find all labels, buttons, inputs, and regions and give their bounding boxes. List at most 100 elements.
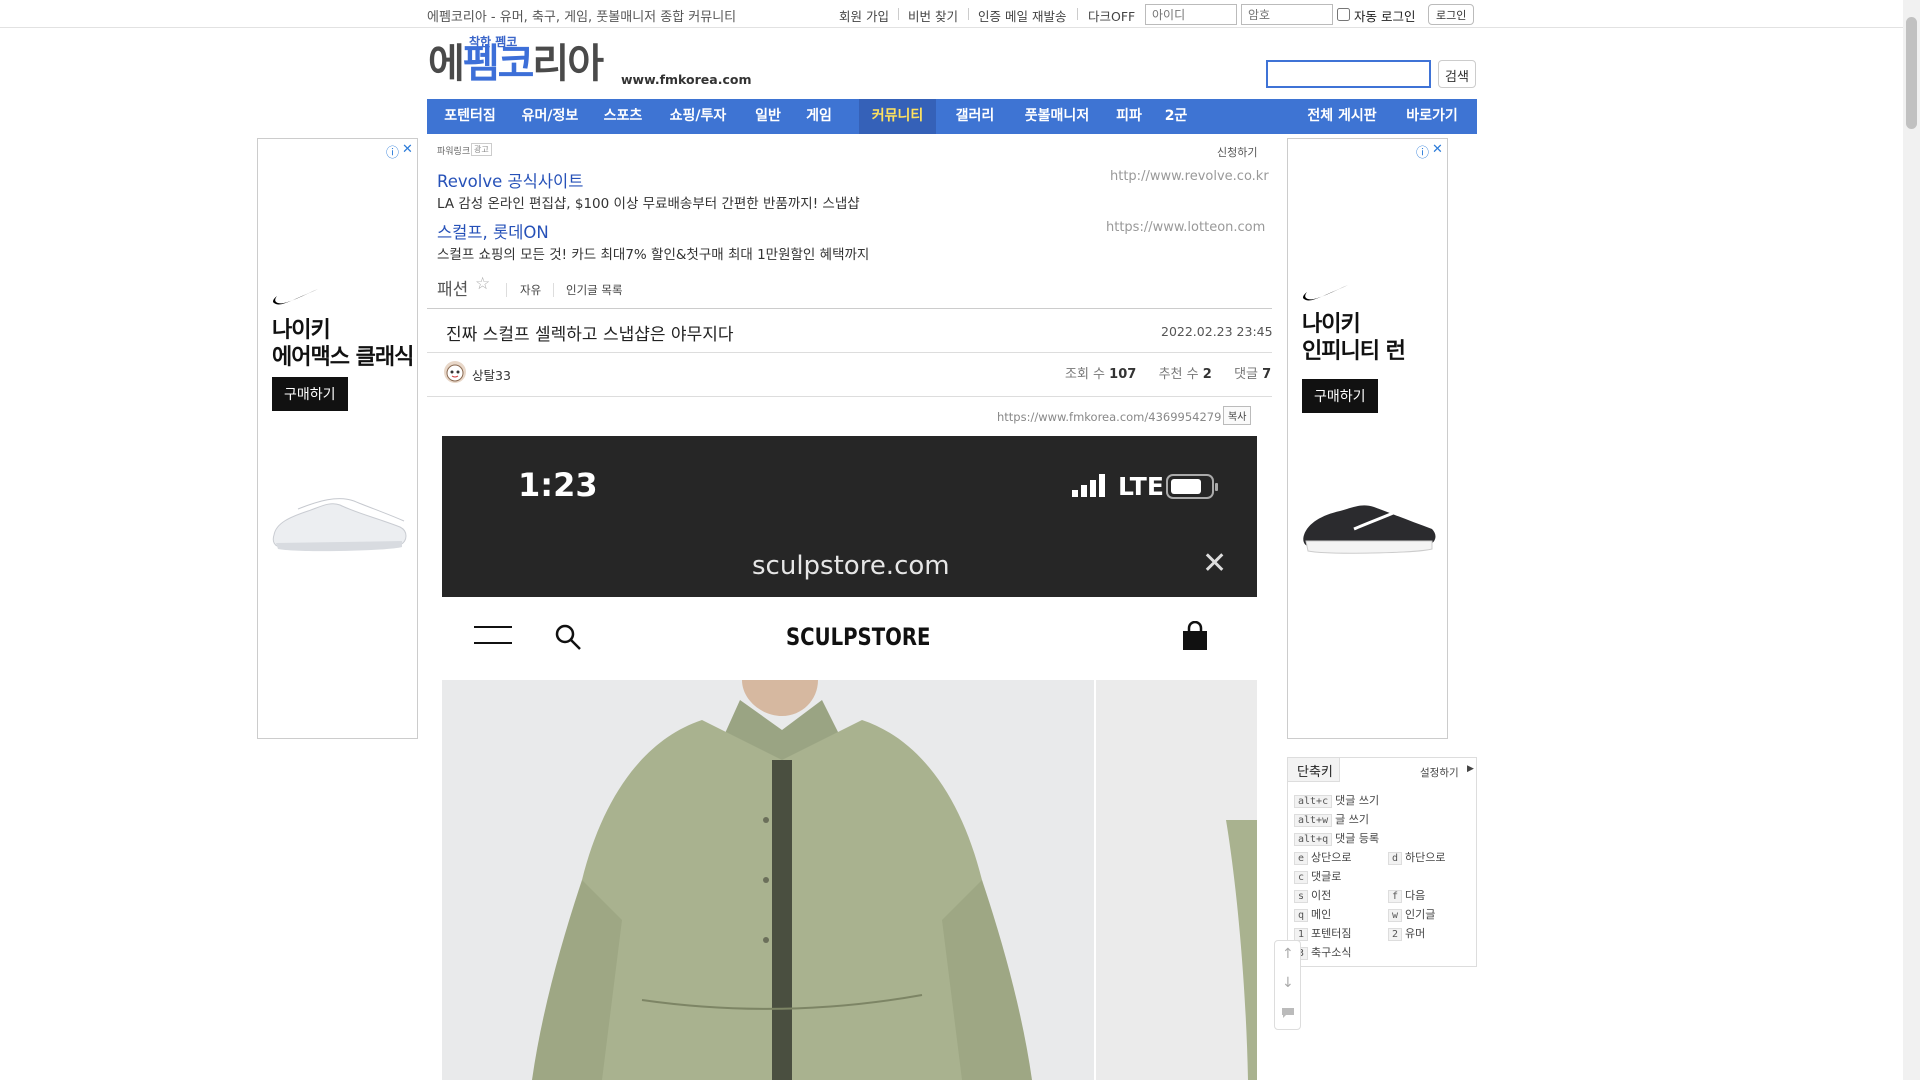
scrollbar[interactable] [1903, 0, 1920, 1080]
ad-badge: 광고 [471, 143, 492, 156]
shopping-bag-icon [1183, 621, 1207, 650]
password-input[interactable] [1241, 4, 1333, 25]
shortcut-key: alt+q [1294, 833, 1333, 846]
favorite-star-icon[interactable]: ☆ [475, 274, 490, 294]
network-type: LTE [1118, 472, 1164, 501]
post-date: 2022.02.23 23:45 [1161, 324, 1273, 339]
search-input[interactable] [1266, 60, 1431, 88]
right-side-ad[interactable]: ⓘ ✕ 나이키 인피니티 런 구매하기 [1287, 138, 1448, 739]
shortcut-label: 인기글 [1405, 908, 1436, 921]
divider [553, 283, 554, 297]
sneaker-image [272, 498, 407, 552]
search-button[interactable]: 검색 [1438, 60, 1476, 88]
shortcut-label: 유머 [1405, 927, 1426, 940]
shortcut-row: w 인기글 [1388, 903, 1435, 922]
powerlink-ad-desc[interactable]: LA 감성 온라인 편집샵, $100 이상 무료배송부터 간편한 반품까지! … [437, 192, 860, 212]
ad-headline-line1: 나이키 [272, 318, 331, 343]
top-utility-bar: 에펨코리아 - 유머, 축구, 게임, 풋볼매니저 종합 커뮤니티 회원 가입 … [0, 0, 1903, 28]
jacket-photo-partial [1226, 820, 1257, 1080]
powerlink-apply-link[interactable]: 신청하기 [1217, 144, 1257, 160]
phone-address-bar: sculpstore.com [752, 551, 950, 581]
ad-info-icon[interactable]: ⓘ [1416, 142, 1429, 161]
shortcut-key: f [1388, 890, 1403, 903]
nav-item-sports[interactable]: 스포츠 [592, 99, 654, 134]
comments-count: 7 [1262, 367, 1272, 382]
nav-shortcuts[interactable]: 바로가기 [1393, 99, 1471, 134]
shortcut-row: f 다음 [1388, 884, 1425, 903]
shortcut-row: c 댓글로 [1294, 865, 1341, 884]
shortcut-row: 1 포텐터짐 [1294, 922, 1352, 941]
nav-item-general[interactable]: 일반 [743, 99, 793, 134]
scrollbar-thumb[interactable] [1906, 17, 1917, 129]
powerlink-ad-title[interactable]: 스컬프, 롯데ON [437, 219, 549, 243]
nav-item-community[interactable]: 커뮤니티 [859, 99, 936, 134]
shortcut-label: 메인 [1311, 908, 1332, 921]
powerlink-ad-title[interactable]: Revolve 공식사이트 [437, 168, 583, 192]
copy-url-button[interactable]: 복사 [1223, 406, 1252, 425]
post-url[interactable]: https://www.fmkorea.com/4369954279 [997, 410, 1221, 424]
login-button[interactable]: 로그인 [1428, 4, 1475, 25]
nav-item-football-manager[interactable]: 풋볼매니저 [1011, 99, 1103, 134]
site-logo[interactable]: 에펨코리아 [428, 41, 604, 87]
nav-item-game[interactable]: 게임 [794, 99, 844, 134]
product-image [1096, 680, 1257, 1080]
powerlink-ad-url[interactable]: https://www.lotteon.com [1106, 220, 1265, 235]
logo-text-c: 리아 [532, 41, 604, 87]
shortcut-label: 포텐터짐 [1311, 927, 1352, 940]
dark-mode-toggle[interactable]: 다크OFF [1088, 6, 1135, 25]
ad-headline-line1: 나이키 [1302, 312, 1361, 337]
ad-buy-button[interactable]: 구매하기 [272, 377, 348, 411]
site-tagline: 에펨코리아 - 유머, 축구, 게임, 풋볼매니저 종합 커뮤니티 [427, 10, 737, 25]
shortcut-row: e 상단으로 [1294, 846, 1352, 865]
caret-right-icon: ▶ [1467, 764, 1474, 774]
ad-close-icon[interactable]: ✕ [1432, 142, 1443, 157]
board-tab-popular[interactable]: 인기글 목록 [566, 282, 623, 298]
shortcut-label: 댓글로 [1311, 870, 1342, 883]
id-input[interactable] [1145, 4, 1237, 25]
shortcut-label: 이전 [1311, 889, 1332, 902]
nav-all-boards[interactable]: 전체 게시판 [1297, 99, 1387, 134]
post-author[interactable]: 상탈33 [472, 365, 511, 384]
logo-url: www.fmkorea.com [621, 72, 752, 87]
resend-mail-link[interactable]: 인증 메일 재발송 [978, 6, 1066, 25]
likes-count: 2 [1202, 367, 1212, 382]
board-name[interactable]: 패션 [437, 275, 468, 300]
shortcut-row: q 메인 [1294, 903, 1331, 922]
ad-buy-button[interactable]: 구매하기 [1302, 379, 1378, 413]
shortcut-row: alt+w 글 쓰기 [1294, 808, 1369, 827]
shortcut-label: 다음 [1405, 889, 1426, 902]
scroll-top-icon[interactable]: ↑ [1282, 946, 1294, 962]
shortcut-title: 단축키 [1288, 758, 1340, 782]
shortcut-settings-link[interactable]: 설정하기 [1420, 765, 1459, 780]
search-icon [555, 624, 581, 650]
left-side-ad[interactable]: ⓘ ✕ 나이키 에어맥스 클래식 구매하기 [257, 138, 418, 739]
divider [427, 308, 1272, 309]
shortcut-key: q [1294, 909, 1309, 922]
nav-item-shopping[interactable]: 쇼핑/투자 [657, 99, 739, 134]
embedded-phone-page: SCULPSTORE [442, 597, 1257, 1080]
scroll-bottom-icon[interactable]: ↓ [1282, 975, 1294, 991]
find-password-link[interactable]: 비번 찾기 [908, 6, 958, 25]
nav-item-humor[interactable]: 유머/정보 [509, 99, 591, 134]
ad-headline: 나이키 에어맥스 클래식 [272, 317, 414, 371]
powerlink-ad-url[interactable]: http://www.revolve.co.kr [1110, 169, 1269, 184]
nav-item-gallery[interactable]: 갤러리 [941, 99, 1009, 134]
auto-login-checkbox[interactable] [1337, 8, 1350, 21]
ad-close-icon[interactable]: ✕ [402, 142, 413, 157]
views-count: 107 [1109, 367, 1137, 382]
avatar[interactable] [443, 360, 467, 384]
sneaker-image [1303, 505, 1436, 554]
nav-item-2nd[interactable]: 2군 [1154, 99, 1198, 134]
board-tab-free[interactable]: 자유 [520, 282, 541, 298]
logo-text-b: 펨코 [462, 41, 535, 87]
powerlink-ad-desc[interactable]: 스컬프 쇼핑의 모든 것! 카드 최대7% 할인&첫구매 최대 1만원할인 혜택… [437, 243, 869, 263]
nav-item-fifa[interactable]: 피파 [1104, 99, 1154, 134]
comments-label: 댓글 [1234, 367, 1258, 382]
ad-info-icon[interactable]: ⓘ [386, 142, 399, 161]
comment-icon[interactable] [1281, 1007, 1295, 1019]
nav-item-potential[interactable]: 포텐터짐 [427, 99, 501, 134]
signup-link[interactable]: 회원 가입 [839, 6, 889, 25]
divider [968, 8, 969, 20]
shortcut-row: d 하단으로 [1388, 846, 1446, 865]
shortcut-key: 2 [1388, 928, 1403, 941]
